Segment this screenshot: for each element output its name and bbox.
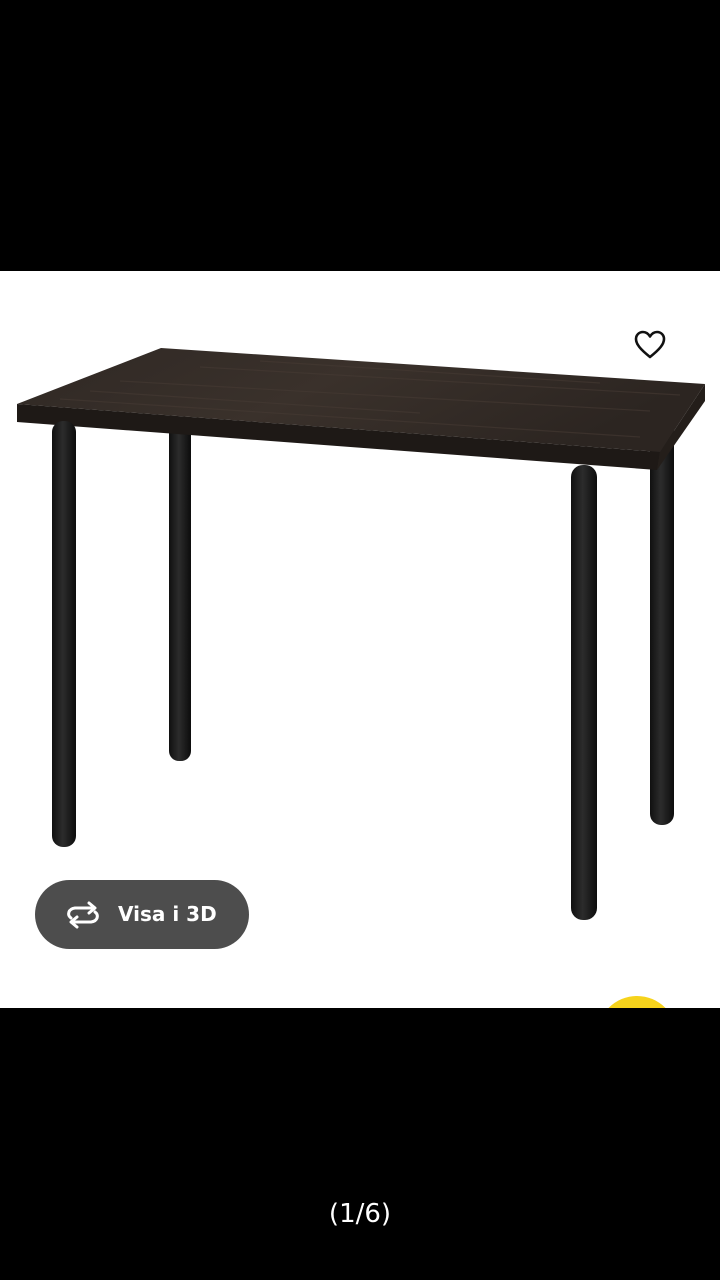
favorite-button[interactable] [630,325,670,365]
table-leg-back-left [169,421,191,761]
image-viewer: Visa i 3D (1/6) [0,0,720,1280]
rotate-3d-icon [67,901,99,929]
table-leg-front-left [52,421,76,847]
table-leg-front-right [571,465,597,920]
image-counter: (1/6) [328,1199,392,1229]
view-in-3d-label: Visa i 3D [118,902,217,926]
heart-outline-icon [634,330,666,359]
table-leg-back-right [650,421,674,825]
product-image-panel[interactable]: Visa i 3D [0,271,720,1008]
view-in-3d-button[interactable]: Visa i 3D [35,880,249,949]
